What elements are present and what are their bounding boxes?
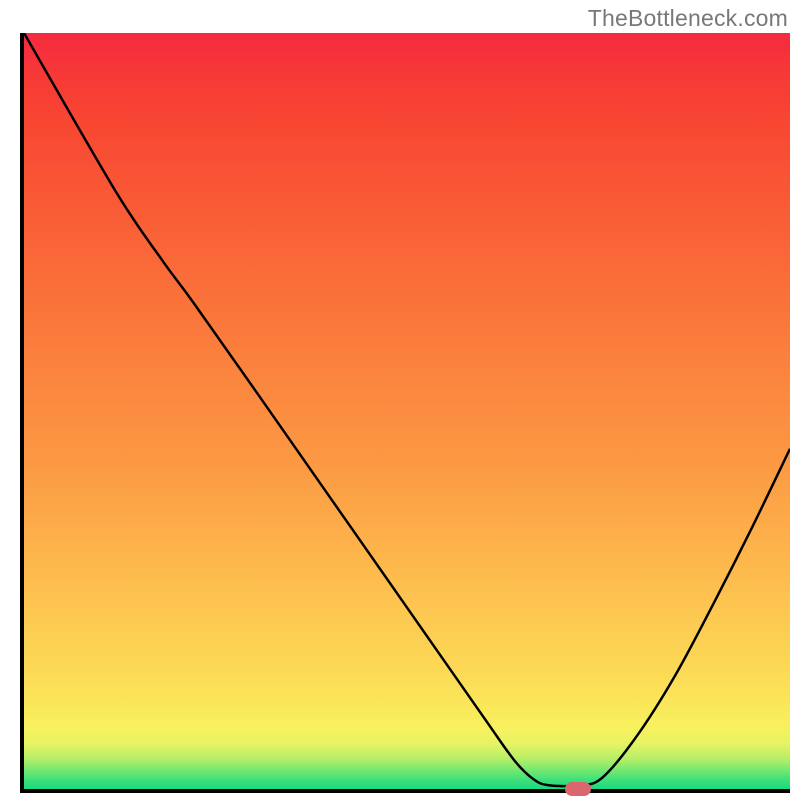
watermark-text: TheBottleneck.com — [588, 5, 788, 32]
chart-plot-area — [24, 33, 790, 789]
chart-curve — [24, 33, 790, 786]
optimal-marker — [565, 782, 591, 796]
chart-frame — [20, 33, 790, 793]
